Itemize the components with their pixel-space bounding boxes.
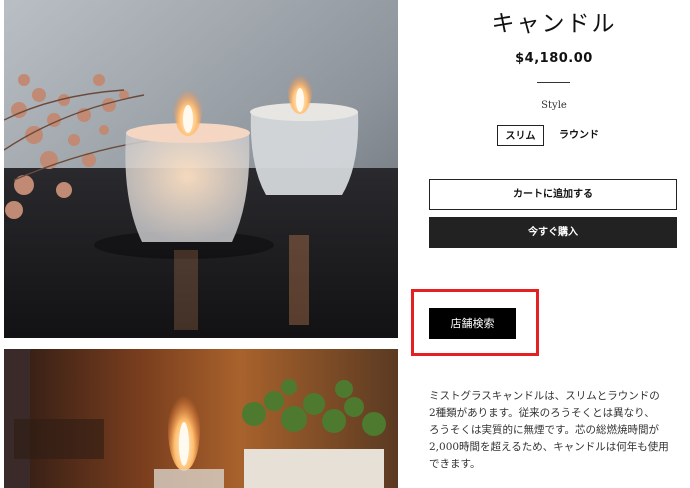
product-price: $4,180.00: [515, 51, 593, 66]
divider: [537, 82, 570, 83]
product-photo-secondary[interactable]: [4, 349, 398, 488]
store-search-button[interactable]: 店舗検索: [429, 308, 516, 339]
style-option-label: Style: [541, 100, 567, 111]
add-to-cart-button[interactable]: カートに追加する: [429, 179, 677, 210]
candles-photo: [4, 0, 398, 338]
buy-now-button[interactable]: 今すぐ購入: [429, 217, 677, 248]
product-title: キャンドル: [491, 11, 617, 37]
product-photo-main[interactable]: [4, 0, 398, 338]
product-description: ミストグラスキャンドルは、スリムとラウンドの 2種類があります。従来のろうそくと…: [429, 390, 669, 470]
style-option-slim[interactable]: スリム: [497, 125, 544, 146]
candle-plant-photo: [4, 349, 398, 488]
style-option-round[interactable]: ラウンド: [552, 125, 606, 146]
